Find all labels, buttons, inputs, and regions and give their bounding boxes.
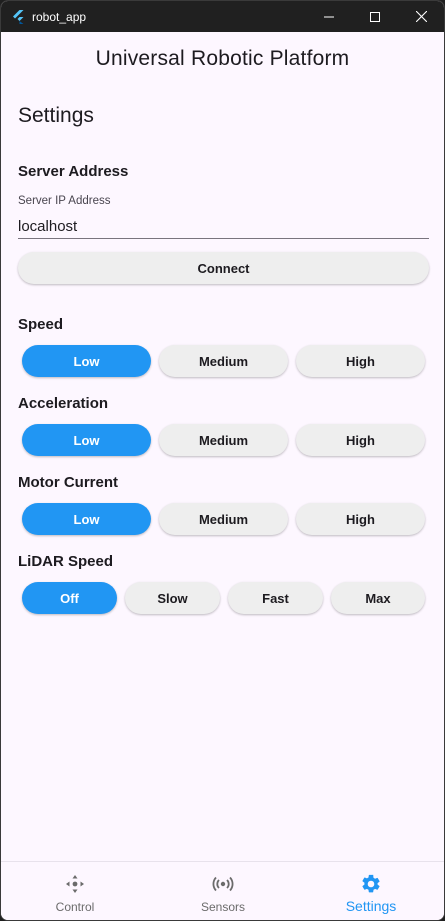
- maximize-icon: [370, 11, 380, 22]
- motor-current-label: Motor Current: [18, 474, 118, 491]
- sensors-icon: [212, 876, 234, 892]
- motor-current-low-button[interactable]: Low: [22, 503, 151, 535]
- close-button[interactable]: [398, 1, 444, 32]
- gamepad-icon: [66, 875, 84, 893]
- lidar-slow-button[interactable]: Slow: [125, 582, 220, 614]
- acceleration-options: Low Medium High: [1, 424, 444, 456]
- speed-high-button[interactable]: High: [296, 345, 425, 377]
- lidar-speed-options: Off Slow Fast Max: [1, 582, 444, 614]
- acceleration-label: Acceleration: [18, 395, 109, 412]
- nav-label-settings: Settings: [345, 898, 397, 914]
- title-bar: robot_app: [1, 1, 444, 32]
- speed-low-button[interactable]: Low: [22, 345, 151, 377]
- minimize-button[interactable]: [306, 1, 352, 32]
- acceleration-medium-button[interactable]: Medium: [159, 424, 288, 456]
- bottom-navigation: Control Sensors Settings: [1, 861, 444, 920]
- app-window: robot_app Universal Robotic Platform Set…: [0, 0, 445, 921]
- acceleration-high-button[interactable]: High: [296, 424, 425, 456]
- motor-current-options: Low Medium High: [1, 503, 444, 535]
- motor-current-medium-button[interactable]: Medium: [159, 503, 288, 535]
- page-title: Settings: [18, 104, 94, 127]
- gear-icon: [362, 874, 380, 893]
- server-address-label: Server Address: [18, 163, 129, 180]
- server-ip-input[interactable]: [18, 214, 429, 239]
- app-title: Universal Robotic Platform: [95, 47, 350, 70]
- minimize-icon: [324, 16, 334, 17]
- lidar-max-button[interactable]: Max: [331, 582, 425, 614]
- window-title: robot_app: [32, 9, 87, 24]
- nav-item-settings[interactable]: Settings: [297, 862, 444, 920]
- acceleration-low-button[interactable]: Low: [22, 424, 151, 456]
- nav-item-sensors[interactable]: Sensors: [149, 862, 297, 920]
- nav-label-sensors: Sensors: [200, 900, 246, 914]
- maximize-button[interactable]: [352, 1, 398, 32]
- lidar-off-button[interactable]: Off: [22, 582, 117, 614]
- speed-label: Speed: [18, 316, 64, 333]
- lidar-fast-button[interactable]: Fast: [228, 582, 323, 614]
- lidar-speed-label: LiDAR Speed: [18, 553, 114, 570]
- connect-button[interactable]: Connect: [18, 252, 429, 284]
- speed-options: Low Medium High: [1, 345, 444, 377]
- flutter-logo-icon: [13, 9, 24, 24]
- nav-item-control[interactable]: Control: [1, 862, 149, 920]
- motor-current-high-button[interactable]: High: [296, 503, 425, 535]
- nav-label-control: Control: [55, 900, 95, 914]
- window-controls: [306, 1, 444, 32]
- close-icon: [415, 11, 427, 22]
- server-ip-field-label: Server IP Address: [18, 195, 111, 207]
- speed-medium-button[interactable]: Medium: [159, 345, 288, 377]
